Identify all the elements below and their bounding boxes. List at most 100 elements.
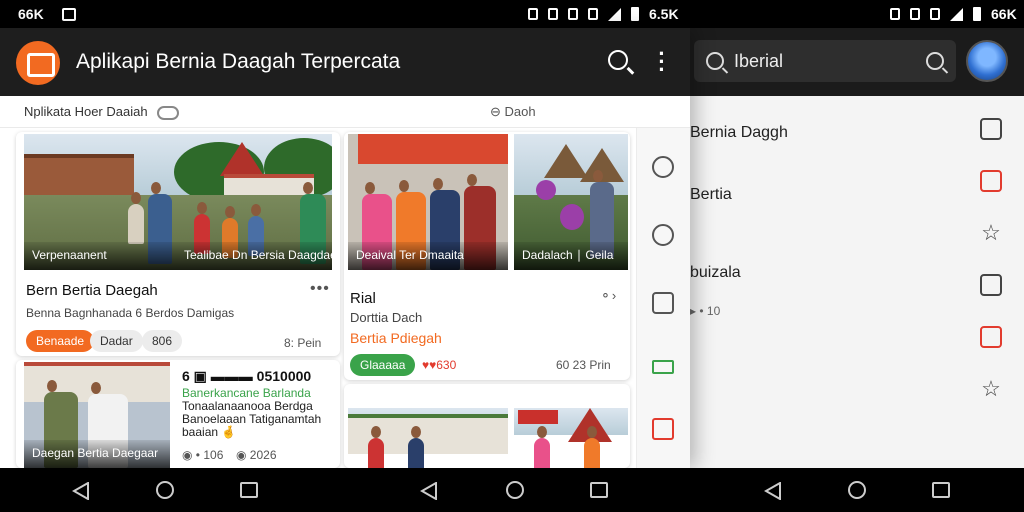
card-meta: ◉ • 106 [182, 448, 224, 462]
side-rail [636, 128, 690, 468]
status-text-left: 66K [18, 6, 44, 22]
back-icon[interactable] [72, 482, 90, 500]
cc-icon[interactable] [652, 292, 674, 314]
share-icon[interactable] [980, 326, 1002, 348]
card-meta: ◉ 2026 [236, 448, 277, 462]
sub-link[interactable]: ⊖ Daoh [490, 104, 536, 120]
card-headline[interactable]: 6 ▣ ▬▬▬ 0510000 [182, 368, 311, 385]
image-icon[interactable] [980, 274, 1002, 296]
news-photo: Dadalach ∣ Geila [514, 134, 628, 270]
gallery-icon [61, 7, 76, 21]
news-card[interactable] [344, 384, 630, 468]
card-title[interactable]: Bern Bertia Daegah [26, 282, 158, 299]
recent-apps-icon[interactable] [240, 482, 258, 498]
notification-icon [930, 8, 940, 20]
card-highlight: Bertia Pdiegah [350, 330, 442, 346]
app-title: Aplikapi Bernia Daagah Terpercata [76, 50, 401, 73]
news-card[interactable]: Deaival Ter Dmaaita Dadalach ∣ Geila Ria… [344, 132, 630, 380]
news-card[interactable]: Verpenaanent Tealibae Dn Bersia Daagdae … [16, 132, 340, 356]
recent-apps-icon[interactable] [932, 482, 950, 498]
battery-icon [631, 7, 639, 21]
category-chip[interactable]: Benaade [26, 330, 95, 352]
news-photo [514, 408, 628, 468]
status-text-mid: 6.5K [649, 6, 679, 22]
notification-icon [568, 8, 578, 20]
system-nav-bar [0, 468, 1024, 512]
device-screen: 66K 6.5K 66K Iberial Bernia Daggh Bertia… [0, 0, 1024, 512]
signal-icon [950, 7, 963, 21]
status-bar: 66K 6.5K 66K [0, 0, 1024, 28]
card-green-line: Banerkancane Barlanda [182, 386, 311, 400]
recent-apps-icon[interactable] [590, 482, 608, 498]
status-text-right: 66K [991, 6, 1017, 22]
notification-icon [548, 8, 558, 20]
home-icon[interactable] [848, 481, 866, 499]
photo-caption: Dadalach ∣ Geila [514, 242, 628, 270]
battery-icon [973, 7, 981, 21]
card-title[interactable]: Rial [350, 290, 376, 307]
breadcrumb: Nplikata Hoer Daaiah [24, 104, 180, 120]
list-item[interactable]: buizala [690, 264, 741, 282]
notification-icon [910, 8, 920, 20]
search-icon [706, 52, 724, 70]
star-icon[interactable]: ☆ [980, 222, 1002, 244]
bookmark-icon[interactable] [652, 418, 674, 440]
photo-caption: Deaival Ter Dmaaita [348, 242, 508, 270]
camera-icon[interactable] [652, 156, 674, 178]
avatar[interactable] [966, 40, 1008, 82]
back-icon[interactable] [420, 482, 438, 500]
more-options-icon[interactable]: ••• [310, 280, 330, 298]
search-input-value: Iberial [734, 50, 784, 71]
card-body: Tonaalanaanooa Berdga Banoelaaan Tatigan… [182, 399, 322, 439]
news-photo: Deaival Ter Dmaaita [348, 134, 508, 270]
likes-count: ♥♥630 [422, 358, 457, 372]
more-options-icon[interactable]: · · · [652, 43, 672, 81]
back-icon[interactable] [764, 482, 782, 500]
sub-header: Nplikata Hoer Daaiah ⊖ Daoh [0, 96, 690, 128]
star-icon[interactable]: ☆ [980, 378, 1002, 400]
share-icon[interactable]: ⚬› [600, 288, 617, 304]
badge-icon [157, 105, 180, 120]
category-chip[interactable]: Glaaaaa [350, 354, 416, 376]
notification-icon [528, 8, 538, 20]
app-bar: Aplikapi Bernia Daagah Terpercata · · · [0, 28, 690, 96]
search-icon[interactable] [608, 50, 628, 70]
news-card[interactable]: Daegan Bertia Daegaar 6 ▣ ▬▬▬ 0510000 Ba… [16, 360, 340, 468]
card-subtitle: Benna Bagnhanada 6 Berdos Damigas [26, 306, 235, 320]
app-window: Aplikapi Bernia Daagah Terpercata · · · Np… [0, 28, 690, 468]
caption-left: Daegan Bertia Daegaar [32, 446, 159, 460]
list-item[interactable]: Bertia [690, 186, 732, 204]
home-icon[interactable] [156, 481, 174, 499]
category-chip[interactable]: Dadar [90, 330, 143, 352]
background-panel: Iberial Bernia Daggh Bertia buizala ▸ • … [690, 28, 1024, 468]
photo-caption: Daegan Bertia Daegaar [24, 440, 170, 468]
caption-right: Tealibae Dn Bersia Daagdae [184, 248, 332, 262]
caption-right: Dadalach ∣ Geila [522, 248, 614, 262]
notification-icon [890, 8, 900, 20]
search-toolbar: Iberial [690, 28, 1024, 96]
caption-left: Deaival Ter Dmaaita [356, 248, 464, 262]
search-icon[interactable] [926, 52, 944, 70]
list-item: ▸ • 10 [690, 304, 721, 318]
folder-icon[interactable] [980, 170, 1002, 192]
pin-icon[interactable] [652, 224, 674, 246]
home-icon[interactable] [980, 118, 1002, 140]
notification-icon [588, 8, 598, 20]
photo-caption: Verpenaanent Tealibae Dn Bersia Daagdae [24, 242, 332, 270]
news-photo: Verpenaanent Tealibae Dn Bersia Daagdae [24, 134, 332, 270]
app-logo-icon [16, 41, 60, 85]
list-item[interactable]: Bernia Daggh [690, 124, 788, 142]
breadcrumb-label: Nplikata Hoer Daaiah [24, 104, 148, 119]
news-photo: Daegan Bertia Daegaar [24, 362, 170, 468]
category-chip[interactable]: 806 [142, 330, 183, 352]
search-input[interactable]: Iberial [694, 40, 956, 82]
home-icon[interactable] [506, 481, 524, 499]
signal-icon [608, 7, 621, 21]
card-subtitle: Dorttia Dach [350, 310, 423, 325]
right-icon-column: ☆ ☆ [980, 118, 1002, 400]
news-photo [348, 408, 508, 468]
caption-left: Verpenaanent [32, 248, 107, 262]
card-meta: 8: Pein [284, 336, 322, 350]
card-meta: 60 23 Prin [556, 358, 611, 372]
stats-icon[interactable] [652, 360, 674, 374]
